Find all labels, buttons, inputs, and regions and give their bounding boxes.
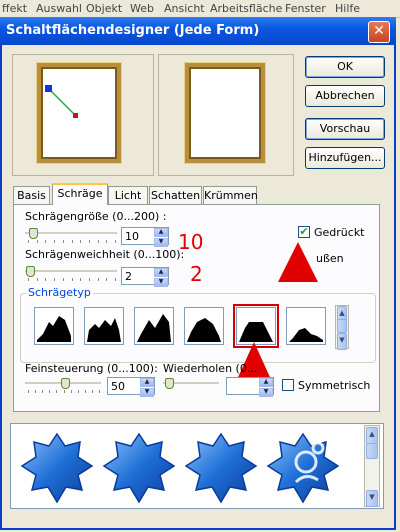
spin-up-icon[interactable]: ▲ [154,268,168,277]
symmetric-checkbox[interactable] [282,379,294,391]
scroll-down-icon[interactable]: ▼ [366,490,378,507]
spin-down-icon[interactable]: ▼ [259,388,273,397]
fine-tuning-slider-thumb[interactable] [61,378,70,389]
menu-item-fenster[interactable]: Fenster [285,2,326,15]
bevel-softness-value[interactable]: 2 [125,270,132,283]
bevel-size-label: Schrägengröße (0...200) : [25,210,167,223]
bevel-softness-slider-thumb[interactable] [26,266,35,277]
preview-button[interactable]: Vorschau [305,118,385,140]
gallery-scrollbar[interactable]: ▲ ▼ [364,425,380,507]
repeat-slider[interactable] [163,378,219,389]
menu-item-hilfe[interactable]: Hilfe [335,2,360,15]
spin-down-icon[interactable]: ▼ [154,278,168,287]
preset-star-4[interactable] [266,432,340,504]
scroll-down-icon[interactable]: ▼ [337,333,347,350]
scroll-thumb[interactable] [366,443,378,459]
bevel-softness-label: Schrägenweichheit (0...100): [25,248,185,261]
bevel-softness-ticks [28,278,116,282]
softness-annotation: 2 [190,262,203,286]
bevel-shape-3[interactable] [134,307,174,345]
menu-item-objekt[interactable]: Objekt [86,2,122,15]
checkmark-icon: ✔ [299,225,309,238]
curve-end-handle [73,113,78,118]
red-arrow-annotation-pressed [278,242,318,282]
bevel-size-spinbox[interactable]: 10 ▲ ▼ [121,227,169,247]
bevel-size-slider[interactable] [25,228,117,239]
tab-schraege[interactable]: Schräge [52,183,108,205]
ok-button[interactable]: OK [305,56,385,78]
preset-star-1[interactable] [20,432,94,504]
repeat-spinbox[interactable]: ▲ ▼ [226,377,274,397]
fine-tuning-slider[interactable] [25,378,101,389]
fine-tuning-ticks [28,390,100,394]
add-button[interactable]: Hinzufügen... [305,147,385,169]
close-icon: ✕ [373,23,385,39]
close-button[interactable]: ✕ [368,21,390,43]
curve-start-handle [45,85,52,92]
pressed-label: Gedrückt [314,226,365,239]
shape-scrollbar[interactable]: ▲ ▼ [335,305,349,350]
fine-tuning-value[interactable]: 50 [111,380,125,393]
result-preview-frame [185,63,265,163]
scroll-up-icon[interactable]: ▲ [366,427,378,444]
bevel-shape-1[interactable] [34,307,74,345]
outer-label: ußen [316,252,344,265]
bevel-type-label: Schrägetyp [26,286,93,299]
preset-star-3[interactable] [184,432,258,504]
bevel-shape-4[interactable] [184,307,224,345]
bevel-curve-editor[interactable] [41,67,117,159]
symmetric-label: Symmetrisch [298,379,371,392]
spin-down-icon[interactable]: ▼ [154,238,168,247]
tab-licht[interactable]: Licht [108,186,148,204]
tab-kruemmen[interactable]: Krümmen [203,186,258,204]
fine-tuning-spinbox[interactable]: 50 ▲ ▼ [107,377,155,397]
fine-tuning-label: Feinsteuerung (0...100): [25,362,158,375]
bevel-shape-6[interactable] [286,307,326,345]
bevel-size-ticks [28,240,116,244]
bevel-shape-2[interactable] [84,307,124,345]
menu-item-effekt[interactable]: ffekt [2,2,27,15]
menu-item-auswahl[interactable]: Auswahl [36,2,82,15]
scroll-thumb[interactable] [337,319,347,333]
bevel-softness-spinbox[interactable]: 2 ▲ ▼ [121,267,169,287]
tab-basis[interactable]: Basis [13,186,50,204]
original-preview-panel [12,54,154,176]
preset-star-2[interactable] [102,432,176,504]
repeat-slider-thumb[interactable] [165,378,174,389]
bevel-size-value[interactable]: 10 [125,230,139,243]
bevel-softness-slider[interactable] [25,266,117,277]
result-preview-panel [158,54,294,176]
repeat-label: Wiederholen (0... [163,362,258,375]
spin-down-icon[interactable]: ▼ [140,388,154,397]
cancel-button[interactable]: Abbrechen [305,85,385,107]
menu-item-web[interactable]: Web [130,2,154,15]
tab-schatten[interactable]: Schatten [149,186,202,204]
spin-up-icon[interactable]: ▲ [154,228,168,237]
menu-item-arbeitsflaeche[interactable]: Arbeitsfläche [210,2,282,15]
spin-up-icon[interactable]: ▲ [140,378,154,387]
menu-item-ansicht[interactable]: Ansicht [164,2,205,15]
app-menu-bar: ffekt Auswahl Objekt Web Ansicht Arbeits… [0,0,400,18]
pressed-checkbox[interactable]: ✔ [298,226,310,238]
spin-up-icon[interactable]: ▲ [259,378,273,387]
original-preview-frame [37,63,121,163]
bevel-size-slider-thumb[interactable] [29,228,38,239]
dialog-title: Schaltflächendesigner (Jede Form) [6,23,260,38]
dialog-title-bar[interactable]: Schaltflächendesigner (Jede Form) ✕ [0,17,396,45]
